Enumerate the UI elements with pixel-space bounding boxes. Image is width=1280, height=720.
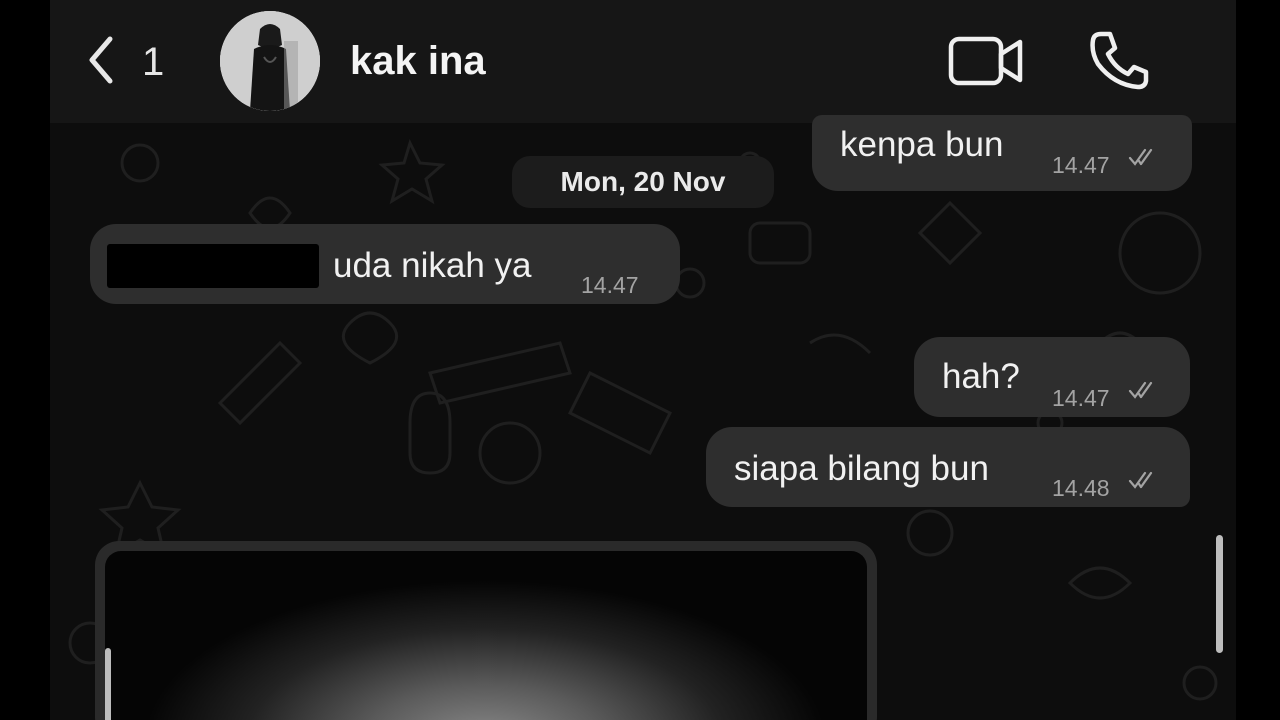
voice-call-button[interactable] xyxy=(1088,30,1150,90)
back-button[interactable]: 1 xyxy=(84,32,214,92)
double-check-icon xyxy=(1128,471,1153,489)
scrollbar[interactable] xyxy=(1216,535,1223,653)
message-time: 14.47 xyxy=(581,272,639,298)
image-message[interactable] xyxy=(95,541,877,720)
message-text: uda nikah ya xyxy=(333,246,532,285)
message-time: 14.48 xyxy=(1052,475,1110,501)
date-separator: Mon, 20 Nov xyxy=(512,156,774,208)
image-thumbnail[interactable] xyxy=(105,551,867,720)
double-check-icon xyxy=(1128,381,1153,399)
message-text: siapa bilang bun xyxy=(734,449,989,488)
message-bubble-outgoing[interactable]: hah? 14.47 xyxy=(914,337,1190,417)
message-list[interactable]: kenpa bun 14.47 Mon, 20 Nov uda nikah ya… xyxy=(50,115,1236,720)
screen: 1 kak ina kenpa bun 14.47 Mon, 20 Nov ud… xyxy=(0,0,1280,720)
chevron-left-icon xyxy=(84,33,120,92)
phone-icon xyxy=(1088,31,1150,94)
unread-count: 1 xyxy=(142,40,165,84)
message-bubble-outgoing[interactable]: siapa bilang bun 14.48 xyxy=(706,427,1190,507)
message-time: 14.47 xyxy=(1052,152,1110,178)
video-call-button[interactable] xyxy=(948,33,1024,89)
message-bubble-incoming[interactable]: uda nikah ya 14.47 xyxy=(90,224,680,304)
message-text: kenpa bun xyxy=(840,125,1004,164)
redacted-text xyxy=(107,244,319,288)
chat-header: 1 kak ina xyxy=(50,0,1236,123)
message-time: 14.47 xyxy=(1052,385,1110,411)
double-check-icon xyxy=(1128,148,1153,166)
message-bubble-outgoing[interactable]: kenpa bun 14.47 xyxy=(812,115,1192,191)
image-scroll-indicator xyxy=(105,648,111,720)
avatar[interactable] xyxy=(220,11,320,111)
chat-window: 1 kak ina kenpa bun 14.47 Mon, 20 Nov ud… xyxy=(50,0,1236,720)
contact-name[interactable]: kak ina xyxy=(350,38,486,84)
message-text: hah? xyxy=(942,357,1020,396)
video-camera-icon xyxy=(948,36,1024,93)
